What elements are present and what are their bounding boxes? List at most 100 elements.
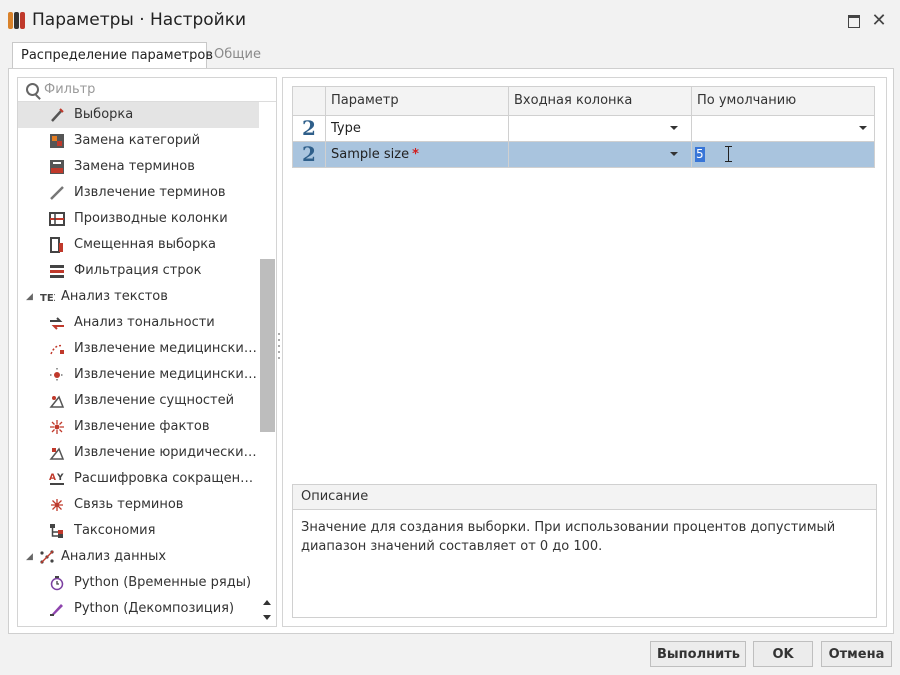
filter-box <box>18 78 276 102</box>
tree-item-label: Замена категорий <box>74 133 201 148</box>
tab-content: Выборка Замена категорий Замена терминов… <box>8 68 894 634</box>
parameters-panel: Параметр Входная колонка По умолчанию 2 … <box>282 77 887 627</box>
tree-item-derived-columns[interactable]: Производные колонки <box>18 206 259 232</box>
required-marker: * <box>412 147 419 162</box>
derived-columns-icon <box>49 212 65 226</box>
tree-item-facts[interactable]: Извлечение фактов <box>18 414 259 440</box>
tree-item-label: Расшифровка сокращений <box>74 471 257 486</box>
grid-header: Параметр Входная колонка По умолчанию <box>292 86 875 116</box>
tree-item-label: Извлечение медицинских ... <box>74 341 257 356</box>
tree-item-taxonomy[interactable]: Таксономия <box>18 518 259 544</box>
default-value-cell[interactable]: 5 <box>691 142 875 167</box>
tree-item-replace-categories[interactable]: Замена категорий <box>18 128 259 154</box>
tree-group-label: Анализ текстов <box>61 289 168 304</box>
tree-item-legal-extract[interactable]: Извлечение юридических ... <box>18 440 259 466</box>
tree-item-medical-extract-2[interactable]: Извлечение медицинских ... <box>18 362 259 388</box>
integer-type-icon: 2 <box>302 142 316 166</box>
tree-item-biased-sample[interactable]: Смещенная выборка <box>18 232 259 258</box>
table-row[interactable]: 2 Type <box>292 116 875 142</box>
grid-header-default[interactable]: По умолчанию <box>691 87 877 115</box>
python-timeseries-icon <box>50 576 64 591</box>
tree-item-medical-extract-1[interactable]: Извлечение медицинских ... <box>18 336 259 362</box>
abbreviations-icon: AY <box>49 473 64 485</box>
tab-general[interactable]: Общие <box>206 42 269 68</box>
description-panel: Описание Значение для создания выборки. … <box>292 484 877 618</box>
run-button[interactable]: Выполнить <box>650 641 746 667</box>
app-logo-icon <box>8 12 25 30</box>
grid-header-input-column[interactable]: Входная колонка <box>508 87 691 115</box>
maximize-icon[interactable] <box>846 13 862 29</box>
facts-icon <box>50 420 64 434</box>
tree-item-label: Таксономия <box>74 523 156 538</box>
param-name: Type <box>331 121 361 136</box>
tree-item-term-links[interactable]: Связь терминов <box>18 492 259 518</box>
biased-sample-icon <box>50 237 63 253</box>
extract-terms-icon <box>50 186 64 200</box>
tree-item-label: Связь терминов <box>74 497 184 512</box>
svg-text:TEXT: TEXT <box>40 293 55 304</box>
scrollbar-thumb[interactable] <box>260 259 275 432</box>
sample-icon <box>51 108 64 122</box>
row-filter-icon <box>50 265 64 278</box>
input-column-dropdown[interactable] <box>508 142 692 167</box>
medical-extract-icon <box>50 344 64 355</box>
collapse-arrow-icon[interactable]: ◢ <box>26 284 33 310</box>
chevron-down-icon[interactable] <box>670 126 678 130</box>
default-value-dropdown[interactable] <box>691 116 875 141</box>
tree-item-label: Анализ тональности <box>74 315 215 330</box>
chevron-down-icon[interactable] <box>670 152 678 156</box>
tree-item-entities[interactable]: Извлечение сущностей <box>18 388 259 414</box>
tree-item-label: Извлечение фактов <box>74 419 210 434</box>
input-column-dropdown[interactable] <box>508 116 692 141</box>
tree-item-label: Фильтрация строк <box>74 263 202 278</box>
grid-header-index <box>293 87 319 115</box>
text-analysis-icon: TEXT <box>40 293 55 304</box>
default-value-input[interactable]: 5 <box>693 144 871 164</box>
title-bar: Параметры · Настройки ✕ <box>0 0 900 42</box>
text-cursor-icon <box>725 146 733 162</box>
tree-group-data-analysis[interactable]: ◢ Анализ данных <box>18 544 259 570</box>
legal-extract-icon <box>49 447 65 460</box>
close-icon[interactable]: ✕ <box>871 12 887 30</box>
scroll-down-icon[interactable] <box>263 615 271 620</box>
collapse-arrow-icon[interactable]: ◢ <box>26 544 33 570</box>
tree-item-sample[interactable]: Выборка <box>18 102 259 128</box>
data-analysis-icon <box>40 550 54 564</box>
svg-text:A: A <box>49 473 56 483</box>
param-name: Sample size <box>331 147 410 162</box>
filter-input[interactable] <box>44 80 264 98</box>
tree-item-replace-terms[interactable]: Замена терминов <box>18 154 259 180</box>
tree-item-extract-terms[interactable]: Извлечение терминов <box>18 180 259 206</box>
tree-item-abbreviations[interactable]: AY Расшифровка сокращений <box>18 466 259 492</box>
tree-scrollbar[interactable] <box>260 102 275 625</box>
cancel-button[interactable]: Отмена <box>821 641 892 667</box>
tab-parameter-distribution[interactable]: Распределение параметров <box>12 42 213 70</box>
tree-item-label: Python (Декомпозиция) <box>74 601 235 616</box>
table-row[interactable]: 2 Sample size * 5 <box>292 142 875 168</box>
description-header: Описание <box>293 485 876 510</box>
window-title: Параметры · Настройки <box>32 10 247 30</box>
ok-button[interactable]: OK <box>753 641 813 667</box>
tree-item-label: Извлечение юридических ... <box>74 445 257 460</box>
param-name-cell: Sample size * <box>325 142 509 167</box>
tree-item-sentiment[interactable]: Анализ тональности <box>18 310 259 336</box>
tree-item-label: Смещенная выборка <box>74 237 217 252</box>
tree-item-label: Извлечение медицинских ... <box>74 367 257 382</box>
python-decomposition-icon <box>50 604 63 616</box>
tree-group-text-analysis[interactable]: ◢ TEXT Анализ текстов <box>18 284 259 310</box>
svg-text:Y: Y <box>56 473 64 483</box>
tree-item-label: Извлечение сущностей <box>74 393 235 408</box>
entities-icon <box>49 395 65 408</box>
chevron-down-icon[interactable] <box>859 126 867 130</box>
taxonomy-icon <box>50 524 63 538</box>
tree-item-python-decomposition[interactable]: Python (Декомпозиция) <box>18 596 259 622</box>
medical-extract-2-icon <box>50 368 64 382</box>
tree-item-label: Python (Временные ряды) <box>74 575 252 590</box>
grid-header-param[interactable]: Параметр <box>325 87 507 115</box>
tree-item-row-filter[interactable]: Фильтрация строк <box>18 258 259 284</box>
node-tree-panel: Выборка Замена категорий Замена терминов… <box>17 77 277 627</box>
search-icon <box>26 83 39 96</box>
replace-categories-icon <box>50 134 64 148</box>
scroll-up-icon[interactable] <box>263 600 271 605</box>
tree-item-python-timeseries[interactable]: Python (Временные ряды) <box>18 570 259 596</box>
